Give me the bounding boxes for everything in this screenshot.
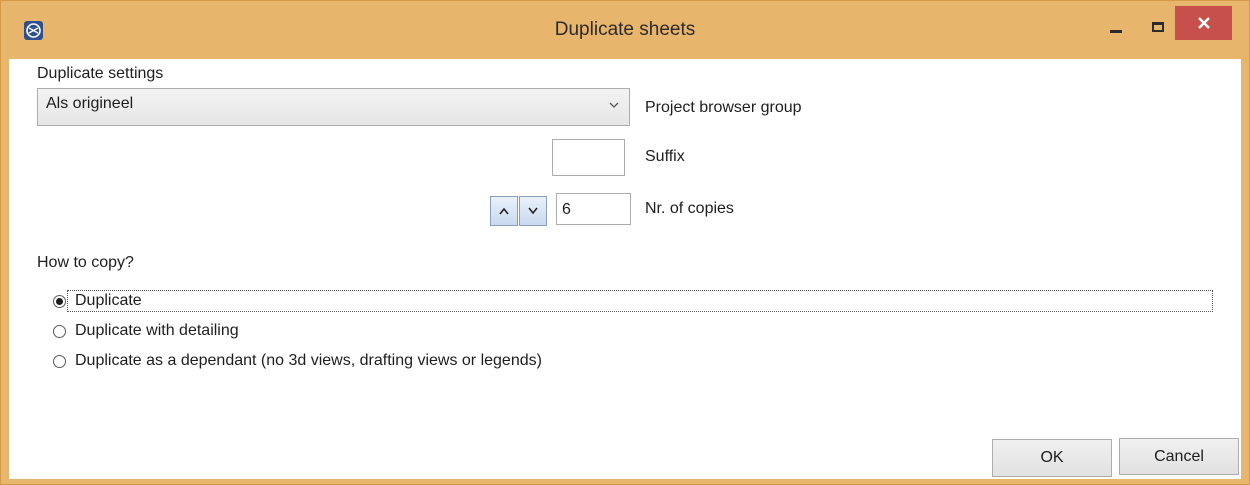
focus-rectangle	[67, 290, 1213, 312]
dialog-content: Duplicate settings Als origineel Project…	[9, 59, 1241, 479]
suffix-label: Suffix	[645, 148, 685, 165]
copies-input[interactable]	[556, 193, 631, 225]
project-browser-group-dropdown[interactable]: Als origineel	[37, 88, 630, 126]
radio-label: Duplicate	[75, 292, 142, 309]
maximize-button[interactable]	[1141, 9, 1175, 45]
radio-label: Duplicate as a dependant (no 3d views, d…	[75, 352, 542, 369]
radio-button[interactable]	[53, 324, 66, 338]
radio-button-checked[interactable]	[53, 294, 66, 308]
radio-duplicate-with-detailing[interactable]: Duplicate with detailing	[53, 320, 239, 342]
chevron-up-icon	[499, 207, 509, 215]
suffix-input[interactable]	[552, 139, 625, 176]
dropdown-selected-value: Als origineel	[46, 95, 134, 112]
chevron-down-icon	[609, 102, 619, 108]
minimize-icon	[1110, 29, 1122, 33]
close-icon	[1197, 17, 1210, 29]
ok-button[interactable]: OK	[992, 439, 1112, 477]
radio-duplicate[interactable]: Duplicate	[53, 290, 142, 312]
project-browser-group-label: Project browser group	[645, 99, 802, 116]
window-title: Duplicate sheets	[554, 19, 696, 40]
copies-decrement-button[interactable]	[519, 196, 547, 226]
copies-label: Nr. of copies	[645, 200, 734, 217]
cancel-button[interactable]: Cancel	[1119, 438, 1239, 475]
title-bar[interactable]: Duplicate sheets	[1, 1, 1249, 59]
dialog-window: Duplicate sheets Duplicate settings Als …	[0, 0, 1250, 485]
radio-label: Duplicate with detailing	[75, 322, 239, 339]
minimize-button[interactable]	[1099, 9, 1133, 45]
how-to-copy-label: How to copy?	[37, 254, 134, 271]
close-button[interactable]	[1175, 6, 1232, 40]
radio-duplicate-as-dependant[interactable]: Duplicate as a dependant (no 3d views, d…	[53, 350, 542, 372]
duplicate-settings-label: Duplicate settings	[37, 65, 164, 82]
chevron-down-icon	[528, 207, 538, 215]
copies-increment-button[interactable]	[490, 196, 518, 226]
radio-button[interactable]	[53, 354, 66, 368]
maximize-icon	[1152, 22, 1164, 32]
